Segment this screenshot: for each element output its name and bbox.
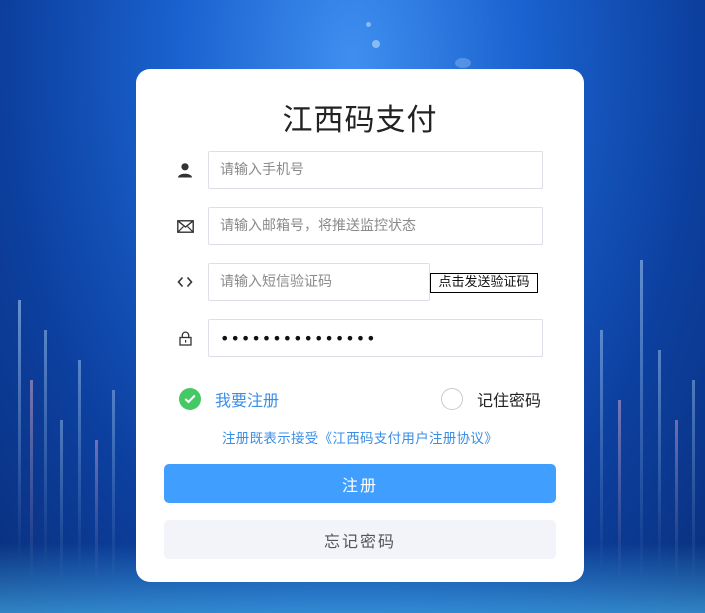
register-option-label: 我要注册 bbox=[215, 391, 280, 410]
envelope-icon bbox=[176, 217, 194, 235]
register-button[interactable]: 注册 bbox=[164, 464, 556, 503]
register-option[interactable]: 我要注册 bbox=[179, 387, 279, 411]
phone-input[interactable] bbox=[208, 151, 543, 189]
code-brackets-icon bbox=[176, 273, 194, 291]
user-icon bbox=[176, 161, 194, 179]
remember-password-label: 记住密码 bbox=[477, 391, 542, 410]
remember-password-option[interactable]: 记住密码 bbox=[441, 387, 541, 411]
register-card: 江西码支付 点击发送验证码 bbox=[136, 69, 584, 582]
check-circle-icon[interactable] bbox=[179, 388, 201, 410]
lock-icon bbox=[176, 329, 194, 347]
send-code-button[interactable]: 点击发送验证码 bbox=[430, 273, 538, 293]
password-input[interactable] bbox=[208, 319, 543, 357]
forgot-password-button[interactable]: 忘记密码 bbox=[164, 520, 556, 559]
agreement-link[interactable]: 注册既表示接受《江西码支付用户注册协议》 bbox=[136, 427, 584, 447]
sms-code-input[interactable] bbox=[208, 263, 430, 301]
page-title: 江西码支付 bbox=[282, 103, 438, 138]
empty-circle-icon[interactable] bbox=[441, 388, 463, 410]
email-input[interactable] bbox=[208, 207, 543, 245]
